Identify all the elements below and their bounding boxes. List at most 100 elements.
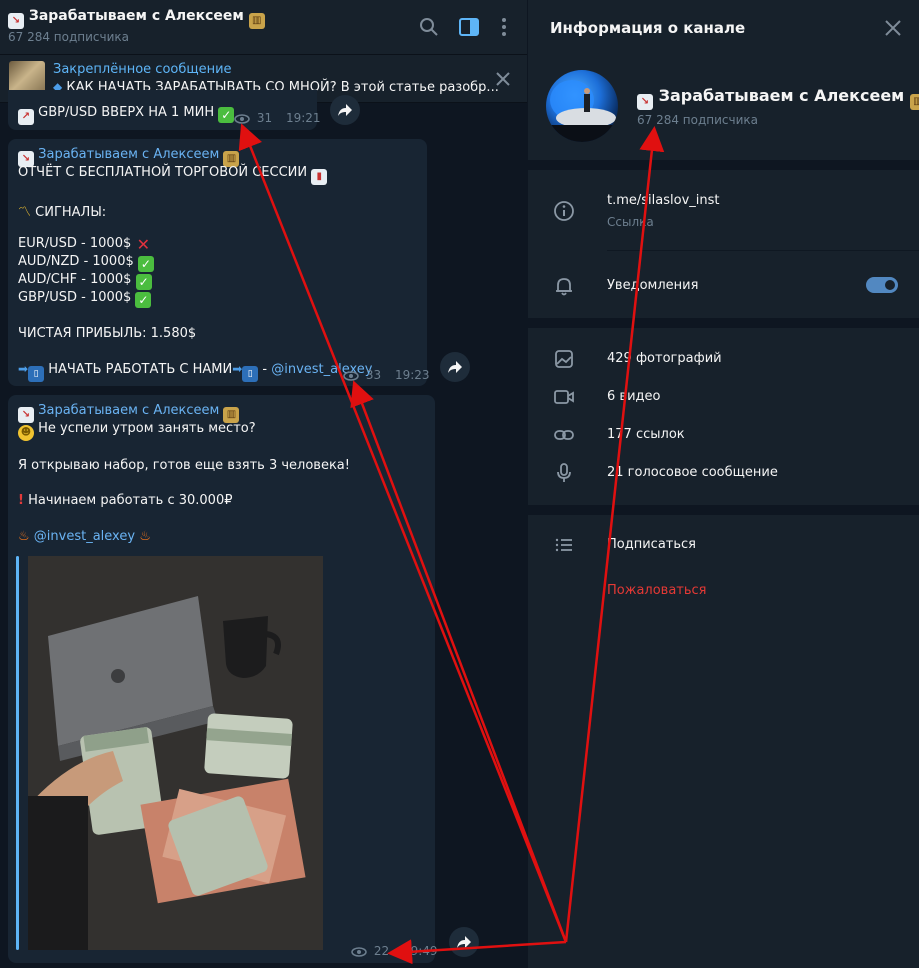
message-line-text: ОТЧЁТ С БЕСПЛАТНОЙ ТОРГОВОЙ СЕССИИ: [18, 165, 308, 180]
message-line-text: Не успели утром занять место?: [38, 421, 256, 436]
check-mark-emoji-icon: ✓: [135, 274, 152, 290]
info-icon: [554, 201, 574, 221]
message-line: ! Начинаем работать с 30.000₽: [18, 493, 233, 508]
report-button[interactable]: Пожаловаться: [607, 583, 707, 598]
message-line: 〽 СИГНАЛЫ:: [18, 201, 106, 220]
photo-icon: [555, 350, 573, 368]
phone-emoji-icon: ▯: [242, 366, 259, 382]
message-line: ♨ @invest_alexey ♨: [18, 529, 151, 544]
pinned-title: Закреплённое сообщение: [53, 62, 232, 77]
username-link[interactable]: @invest_alexey: [34, 529, 135, 544]
forward-button[interactable]: [440, 352, 470, 382]
views-icon: [234, 113, 250, 124]
chart-down-emoji-icon: ↘: [8, 13, 24, 29]
message-line-text: EUR/USD - 1000$: [18, 236, 132, 251]
message-line: ЧИСТАЯ ПРИБЫЛЬ: 1.580$: [18, 326, 197, 341]
fire-emoji-icon: ♨: [18, 529, 30, 544]
channel-avatar[interactable]: [546, 70, 618, 142]
message-line-text: НАЧАТЬ РАБОТАТЬ С НАМИ: [48, 362, 233, 377]
message-line: EUR/USD - 1000$ ✕: [18, 236, 151, 253]
notifications-toggle[interactable]: [866, 277, 898, 293]
channel-info-panel: [528, 0, 919, 968]
chat-column: ↘ Зарабатываем с Алексеем ▥ 67 284 подпи…: [0, 0, 527, 968]
message-line: ➡ ▯ НАЧАТЬ РАБОТАТЬ С НАМИ➡ ▯ - @invest_al…: [18, 362, 372, 382]
mic-icon: [557, 463, 571, 482]
message-meta: 33 19:23: [343, 368, 430, 382]
arrow-emoji-icon: ➡: [232, 362, 243, 376]
close-icon[interactable]: [494, 70, 512, 88]
link-icon: [554, 430, 574, 440]
close-icon[interactable]: [884, 19, 902, 37]
chat-title-text: Зарабатываем с Алексеем: [28, 8, 244, 24]
signal-emoji-icon: 〽: [18, 205, 32, 220]
media-accent-bar: [16, 556, 19, 950]
sender-name: Зарабатываем с Алексеем: [38, 403, 220, 418]
check-mark-emoji-icon: ✓: [137, 256, 154, 272]
forward-icon: [448, 361, 462, 373]
message-line-text: Начинаем работать с 30.000₽: [28, 493, 233, 508]
face-emoji-icon: ☻: [18, 425, 34, 441]
media-videos[interactable]: 6 видео: [607, 389, 660, 404]
message-line-text: AUD/NZD - 1000$: [18, 254, 134, 269]
sidebar-toggle-icon[interactable]: [458, 16, 480, 38]
message-time: 19:21: [285, 111, 321, 125]
media-voice[interactable]: 21 голосовое сообщение: [607, 465, 778, 480]
message-time: 19:49: [402, 944, 438, 958]
chart-down-emoji-icon: ↘: [637, 94, 653, 110]
chat-title[interactable]: ↘ Зарабатываем с Алексеем ▥: [8, 8, 265, 29]
phone-emoji-icon: ▯: [28, 366, 45, 382]
video-icon: [554, 390, 574, 404]
cross-mark-emoji-icon: ✕: [136, 235, 151, 254]
message-time: 19:23: [394, 368, 430, 382]
subscribe-button[interactable]: Подписаться: [607, 537, 696, 552]
channel-link-label: Ссылка: [607, 215, 654, 229]
forward-button[interactable]: [330, 95, 360, 125]
media-photos[interactable]: 429 фотографий: [607, 351, 722, 366]
channel-link[interactable]: t.me/silaslov_inst: [607, 193, 720, 208]
message-line: Я открываю набор, готов еще взять 3 чело…: [18, 458, 350, 473]
check-mark-emoji-icon: ✓: [218, 107, 235, 123]
channel-subscribers: 67 284 подписчика: [637, 113, 759, 127]
sender-name: Зарабатываем с Алексеем: [38, 147, 220, 162]
list-icon: [555, 538, 572, 552]
bell-icon: [556, 278, 572, 296]
message-text-body: GBP/USD ВВЕРХ НА 1 МИН: [38, 105, 215, 120]
forward-icon: [338, 104, 352, 116]
message-sender[interactable]: ↘ Зарабатываем с Алексеем ▥: [18, 147, 240, 167]
message-line: AUD/CHF - 1000$ ✓: [18, 272, 152, 290]
message-text: ↗ GBP/USD ВВЕРХ НА 1 МИН ✓: [18, 105, 235, 125]
message-line-text: -: [258, 362, 272, 377]
search-icon[interactable]: [418, 16, 440, 38]
panel-title: Информация о канале: [550, 19, 746, 37]
message-line: ☻ Не успели утром занять место?: [18, 421, 256, 441]
message-line: GBP/USD - 1000$ ✓: [18, 290, 152, 308]
message-meta: 31 19:21: [234, 111, 321, 125]
check-mark-emoji-icon: ✓: [135, 292, 152, 308]
bank-emoji-icon: ▥: [909, 94, 919, 110]
message-line-text: AUD/CHF - 1000$: [18, 272, 132, 287]
message-line-text: GBP/USD - 1000$: [18, 290, 132, 305]
views-icon: [343, 370, 359, 381]
chat-subscribers: 67 284 подписчика: [8, 30, 130, 44]
views-count: 22: [373, 944, 390, 958]
views-icon: [351, 946, 367, 957]
message-line-text: СИГНАЛЫ:: [35, 205, 107, 220]
chart-up-emoji-icon: ↗: [18, 109, 34, 125]
media-links[interactable]: 177 ссылок: [607, 427, 685, 442]
message-photo[interactable]: [28, 556, 323, 950]
avatar-illustration: [550, 80, 616, 142]
message-sender[interactable]: ↘ Зарабатываем с Алексеем ▥: [18, 403, 240, 423]
section-separator: [528, 505, 919, 515]
arrow-emoji-icon: ➡: [18, 362, 29, 376]
forward-button[interactable]: [449, 927, 479, 957]
more-vertical-icon[interactable]: [493, 16, 515, 38]
forward-icon: [457, 936, 471, 948]
section-separator: [528, 318, 919, 328]
channel-name-text: Зарабатываем с Алексеем: [658, 86, 905, 105]
views-count: 33: [365, 368, 382, 382]
notifications-label: Уведомления: [607, 278, 699, 293]
exclamation-emoji-icon: !: [18, 493, 24, 508]
message-meta: 22 19:49: [351, 944, 438, 958]
row-divider: [607, 250, 919, 251]
photo-illustration: [28, 556, 323, 950]
